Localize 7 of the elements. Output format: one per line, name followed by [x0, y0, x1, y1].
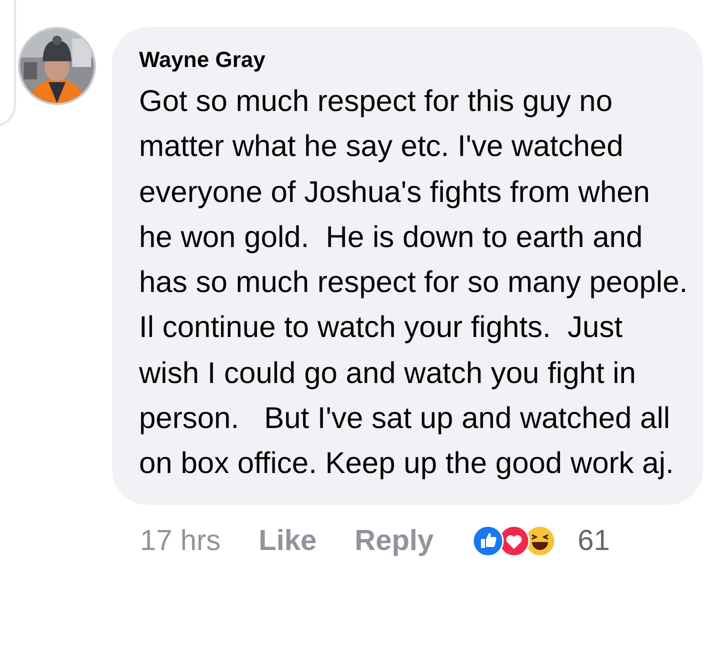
like-link[interactable]: Like — [258, 524, 317, 558]
reply-link[interactable]: Reply — [354, 524, 434, 558]
author-name[interactable]: Wayne Gray — [139, 47, 689, 73]
comment-text: Got so much respect for this guy no matter what he say etc. I've watched everyone of Joshua's fights from when he won gold. He is down to earth and has so much respect for so many people. Il continue to watch your fights. Just wish I could go and watch you fight in person. But I've sat up and watched all on box office. Keep up the good work aj. — [139, 84, 689, 482]
timestamp[interactable]: 17 hrs — [140, 524, 221, 558]
thumbs-up-icon — [472, 525, 504, 558]
reaction-count[interactable]: 61 — [578, 524, 610, 558]
